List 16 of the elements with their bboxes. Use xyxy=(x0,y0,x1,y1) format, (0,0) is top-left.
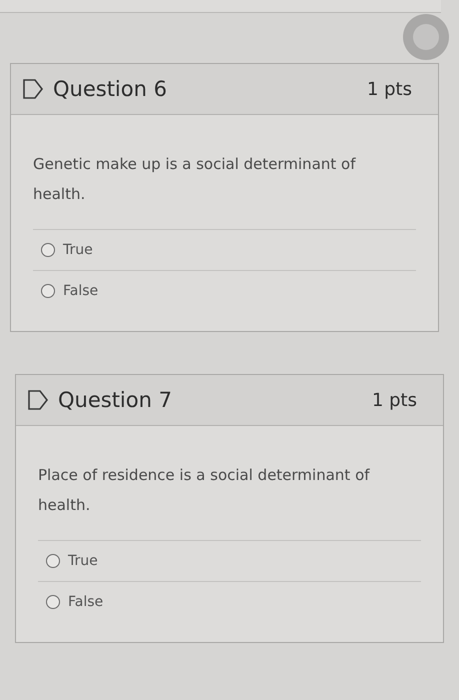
radio-button[interactable] xyxy=(41,243,55,257)
question-title: Question 7 xyxy=(58,388,172,412)
question-text: Place of residence is a social determinant of health. xyxy=(38,465,371,516)
answer-label[interactable]: False xyxy=(68,594,104,610)
radio-button[interactable] xyxy=(41,284,55,298)
question-title: Question 6 xyxy=(53,77,167,101)
answer-label[interactable]: True xyxy=(68,553,98,569)
flag-icon[interactable] xyxy=(26,389,50,411)
flag-icon[interactable] xyxy=(21,78,45,100)
answer-label[interactable]: True xyxy=(63,242,93,258)
question-text: Genetic make up is a social determinant of health. xyxy=(33,154,357,205)
points-label: 1 pts xyxy=(366,78,412,100)
radio-button[interactable] xyxy=(46,595,60,609)
points-label: 1 pts xyxy=(372,390,417,410)
radio-button[interactable] xyxy=(46,554,60,568)
answer-label[interactable]: False xyxy=(63,283,98,299)
